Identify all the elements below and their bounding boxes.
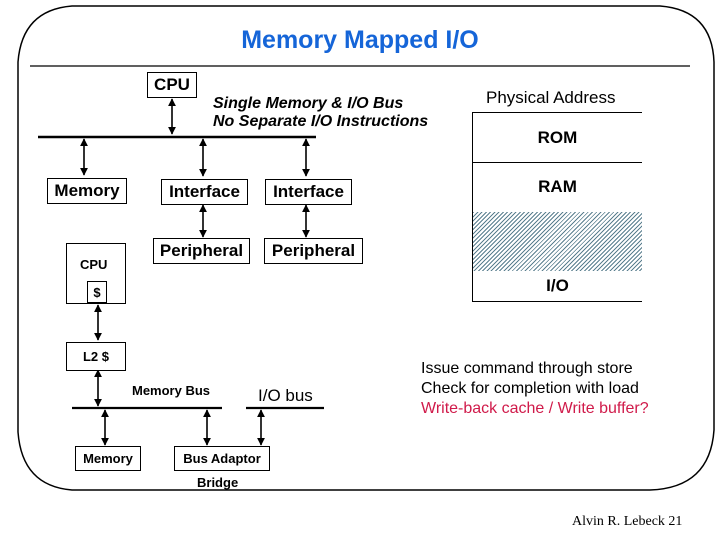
peripheral-box-1: Peripheral — [153, 238, 250, 264]
memory-label: Memory — [54, 181, 120, 200]
bottom-cpu-label: CPU — [80, 257, 108, 272]
bus-adaptor-label: Bus Adaptor — [183, 451, 261, 466]
bottom-memory-label: Memory — [83, 451, 133, 466]
bus-annotation: Single Memory & I/O Bus No Separate I/O … — [213, 95, 428, 131]
note-line-2: Check for completion with load — [421, 380, 639, 397]
region-hatched-unmapped — [473, 212, 642, 271]
peripheral-label-1: Peripheral — [159, 241, 244, 260]
peripheral-box-2: Peripheral — [264, 238, 363, 264]
interface-label-2: Interface — [273, 182, 344, 201]
notes: Issue command through store Check for co… — [421, 359, 649, 419]
bottom-cpu-box: CPU $ — [66, 243, 126, 304]
region-ram: RAM — [473, 163, 642, 211]
slide-footer: Alvin R. Lebeck 21 — [572, 514, 683, 529]
l2-cache-label: L2 $ — [82, 349, 109, 364]
l1-cache-label: $ — [93, 284, 101, 300]
region-rom-label: ROM — [537, 127, 578, 147]
region-io: I/O — [473, 271, 642, 301]
memory-box: Memory — [47, 178, 127, 204]
bus-annotation-line1: Single Memory & I/O Bus — [213, 95, 404, 112]
note-line-1: Issue command through store — [421, 360, 633, 377]
bus-adaptor-box: Bus Adaptor — [174, 446, 270, 471]
bottom-memory-box: Memory — [75, 446, 141, 471]
region-io-label: I/O — [546, 276, 569, 295]
peripheral-label-2: Peripheral — [271, 241, 356, 260]
cpu-label: CPU — [154, 75, 190, 94]
region-ram-label: RAM — [538, 177, 577, 196]
slide-title: Memory Mapped I/O — [241, 26, 479, 54]
bus-annotation-line2: No Separate I/O Instructions — [213, 113, 429, 130]
address-map: ROM RAM I/O — [472, 112, 642, 302]
bridge-label: Bridge — [197, 475, 239, 490]
interface-box-1: Interface — [161, 179, 248, 205]
cpu-box: CPU — [147, 72, 197, 98]
region-rom: ROM — [473, 113, 642, 163]
io-bus-label: I/O bus — [258, 386, 313, 405]
interface-label-1: Interface — [169, 182, 240, 201]
note-line-3: Write-back cache / Write buffer? — [421, 400, 649, 417]
l2-cache-box: L2 $ — [66, 342, 126, 371]
address-map-heading: Physical Address — [486, 88, 616, 107]
interface-box-2: Interface — [265, 179, 352, 205]
l1-cache-box: $ — [87, 281, 107, 303]
memory-bus-label: Memory Bus — [132, 383, 211, 398]
